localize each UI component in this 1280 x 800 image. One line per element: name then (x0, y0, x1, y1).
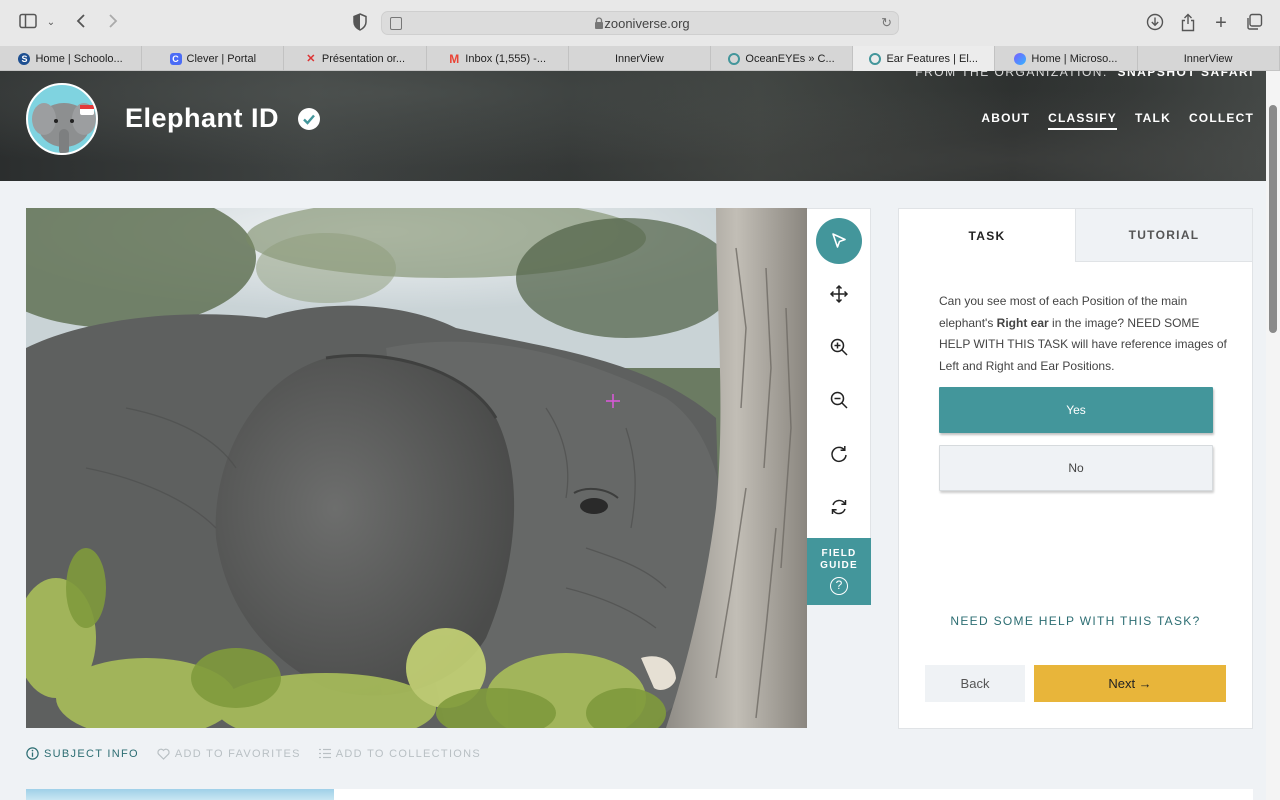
heart-icon (157, 748, 170, 760)
field-guide-label-2: GUIDE (820, 560, 858, 571)
tab-bar: S Home | Schoolo... C Clever | Portal ✕ Pré… (0, 46, 1280, 71)
scrollbar-thumb[interactable] (1269, 105, 1277, 333)
task-help-link[interactable]: NEED SOME HELP WITH THIS TASK? (899, 614, 1252, 628)
project-header: Elephant ID FROM THE ORGANIZATION: SNAPS… (0, 71, 1266, 181)
tab-label: InnerView (1183, 52, 1233, 65)
browser-tab[interactable]: S Home | Schoolo... (0, 46, 143, 71)
nav-collect[interactable]: COLLECT (1189, 111, 1254, 130)
nav-classify[interactable]: CLASSIFY (1048, 111, 1118, 130)
zoom-in-button[interactable] (816, 324, 862, 370)
subject-actions: SUBJECT INFO ADD TO FAVORITES ADD TO COL… (26, 747, 481, 760)
org-prefix: FROM THE ORGANIZATION: (915, 71, 1108, 79)
move-icon (829, 284, 849, 304)
rotate-button[interactable] (816, 431, 862, 477)
url-text: zooniverse.org (604, 16, 690, 31)
add-to-collections-button[interactable]: ADD TO COLLECTIONS (318, 747, 482, 760)
back-button[interactable]: Back (925, 665, 1025, 702)
gmail-icon: M (449, 51, 460, 66)
page-scrollbar[interactable] (1266, 71, 1280, 800)
add-to-favorites-button[interactable]: ADD TO FAVORITES (157, 747, 301, 760)
tab-task[interactable]: TASK (899, 209, 1075, 262)
answer-no-button[interactable]: No (939, 445, 1213, 491)
clever-icon: C (169, 52, 182, 65)
zoom-in-icon (830, 338, 848, 356)
tab-overview-icon[interactable] (1244, 13, 1264, 33)
project-nav: ABOUT CLASSIFY TALK COLLECT (981, 111, 1254, 130)
browser-tab[interactable]: OceanEYEs » C... (711, 46, 854, 71)
verified-badge-icon (298, 108, 320, 130)
tab-label: Présentation or... (321, 52, 406, 65)
privacy-shield-icon[interactable] (350, 13, 370, 33)
next-button[interactable]: Next → (1034, 665, 1226, 702)
task-question: Can you see most of each Position of the… (939, 291, 1229, 377)
back-arrow-icon[interactable] (71, 13, 91, 33)
move-tool-button[interactable] (816, 271, 862, 317)
reset-button[interactable] (816, 484, 862, 530)
list-icon (318, 748, 331, 759)
browser-tab[interactable]: ✕ Présentation or... (284, 46, 427, 71)
organization-line[interactable]: FROM THE ORGANIZATION: SNAPSHOT SAFARI (915, 71, 1254, 79)
tab-label: OceanEYEs » C... (745, 52, 835, 65)
pointer-tool-button[interactable] (816, 218, 862, 264)
forward-arrow-icon[interactable] (103, 13, 123, 33)
zoom-out-icon (830, 391, 848, 409)
browser-tab[interactable]: Home | Microso... (995, 46, 1138, 71)
tab-label: Home | Microso... (1031, 52, 1118, 65)
answer-yes-button[interactable]: Yes (939, 387, 1213, 433)
subject-info-button[interactable]: SUBJECT INFO (26, 747, 139, 760)
zooniverse-icon (728, 52, 741, 65)
zooniverse-icon (869, 52, 882, 65)
nav-talk[interactable]: TALK (1135, 111, 1171, 130)
address-bar[interactable]: zooniverse.org ↻ (381, 11, 899, 35)
org-name[interactable]: SNAPSHOT SAFARI (1117, 71, 1254, 79)
project-avatar[interactable] (26, 83, 98, 155)
field-guide-button[interactable]: FIELD GUIDE ? (807, 538, 871, 605)
reload-icon[interactable]: ↻ (881, 15, 892, 31)
tab-label: InnerView (614, 52, 664, 65)
browser-tab-active[interactable]: Ear Features | El... (853, 46, 996, 71)
zoom-out-button[interactable] (816, 377, 862, 423)
next-section-thumbnail (26, 789, 334, 800)
pointer-icon (832, 233, 846, 248)
tab-label: Clever | Portal (186, 52, 257, 65)
tab-label: Home | Schoolo... (35, 52, 123, 65)
question-emphasis: Right ear (996, 315, 1049, 330)
task-tabs: TASK TUTORIAL (899, 209, 1252, 262)
add-favorites-label: ADD TO FAVORITES (174, 747, 301, 760)
sidebar-toggle-icon[interactable] (18, 13, 38, 33)
tab-tutorial[interactable]: TUTORIAL (1075, 209, 1252, 262)
schoology-icon: S (18, 52, 31, 65)
chevron-down-icon[interactable]: ⌄ (41, 13, 61, 33)
project-title[interactable]: Elephant ID (125, 103, 279, 134)
add-collections-label: ADD TO COLLECTIONS (335, 747, 482, 760)
tab-label: Inbox (1,555) -... (465, 52, 547, 65)
help-circle-icon: ? (830, 577, 848, 595)
browser-tab[interactable]: InnerView (569, 46, 711, 71)
nav-about[interactable]: ABOUT (981, 111, 1030, 130)
share-icon[interactable] (1178, 13, 1198, 33)
downloads-icon[interactable] (1145, 13, 1165, 33)
browser-tab[interactable]: M Inbox (1,555) -... (427, 46, 569, 71)
new-tab-icon[interactable]: + (1211, 13, 1231, 33)
subject-image[interactable] (26, 208, 807, 728)
browser-tab[interactable]: C Clever | Portal (142, 46, 285, 71)
microsoft-icon (1014, 52, 1027, 65)
field-guide-label-1: FIELD (821, 548, 857, 559)
rotate-icon (831, 446, 847, 463)
slides-icon: ✕ (306, 52, 316, 65)
info-icon (26, 747, 39, 760)
task-panel: TASK TUTORIAL Can you see most of each P… (898, 208, 1253, 729)
browser-tab[interactable]: InnerView (1138, 46, 1280, 71)
subject-info-label: SUBJECT INFO (44, 747, 139, 760)
reset-icon (831, 499, 847, 515)
browser-toolbar: ⌄ zooniverse.org ↻ + (0, 0, 1280, 46)
tab-label: Ear Features | El... (886, 52, 978, 65)
